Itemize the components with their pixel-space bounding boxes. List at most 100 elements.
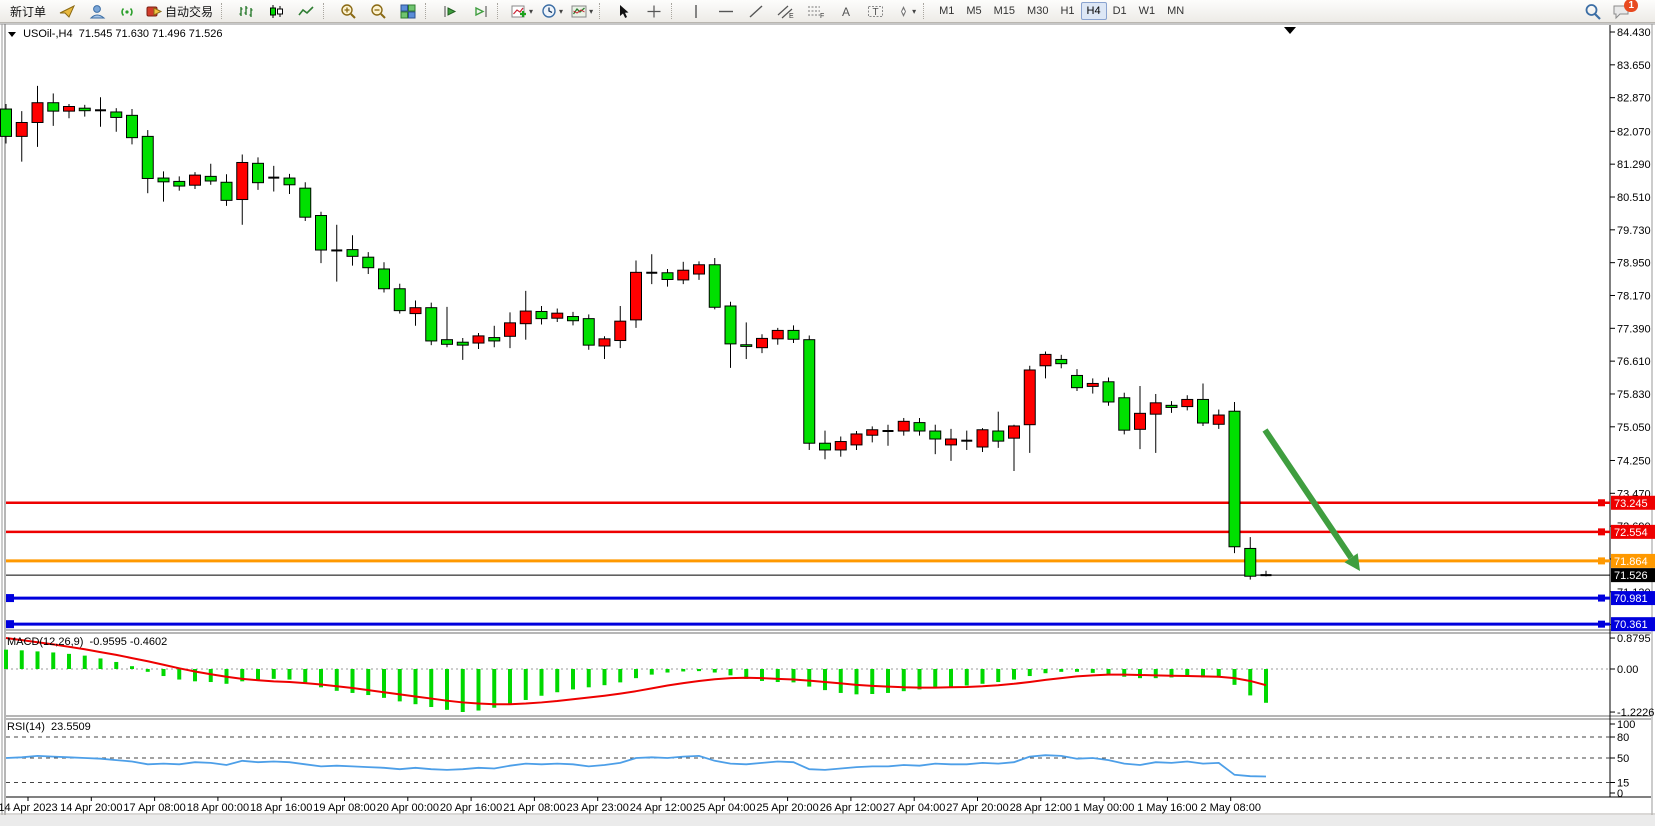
signals-icon[interactable] [112,0,142,22]
chevron-down-icon: ▾ [559,7,563,16]
timeframe-button-h4[interactable]: H4 [1081,2,1107,20]
time-tick-label: 14 Apr 2023 [0,802,58,814]
candlestick [32,103,43,123]
candlestick [1009,426,1020,438]
price-tick-label: 83.650 [1617,60,1651,72]
periods-clock-button[interactable]: ▾ [537,0,567,22]
line-chart-icon[interactable] [291,0,321,22]
toolbar: 新订单 自动交易 ▾ ▾ [0,0,1655,23]
candlestick [1166,405,1177,407]
timeframe-button-m5[interactable]: M5 [960,2,987,20]
text-tool[interactable]: A [831,0,861,22]
bottom-strip [0,815,1655,826]
new-order-button[interactable]: 新订单 [4,0,52,22]
candlestick [694,265,705,274]
candlestick [1,109,12,136]
price-label-text: 71.526 [1614,570,1648,582]
time-tick-label: 27 Apr 04:00 [883,802,945,814]
time-tick-label: 26 Apr 12:00 [820,802,882,814]
timeframe-button-mn[interactable]: MN [1161,2,1190,20]
candlestick [347,250,358,257]
cursor-tool[interactable] [609,0,639,22]
hline-handle[interactable] [6,620,14,628]
time-tick-label: 28 Apr 12:00 [1010,802,1072,814]
timeframe-button-m1[interactable]: M1 [933,2,960,20]
toolbar-separator [323,3,331,19]
candlestick [237,162,248,199]
community-icon[interactable] [82,0,112,22]
candlestick [253,163,264,182]
price-tick-label: 78.170 [1617,290,1651,302]
toolbar-separator [221,3,229,19]
svg-text:E: E [789,13,794,19]
candlestick [363,257,374,268]
timeframe-button-w1[interactable]: W1 [1133,2,1162,20]
candlestick [505,323,516,336]
candlestick [221,182,232,200]
candlestick [867,430,878,435]
timeframe-button-m15[interactable]: M15 [988,2,1021,20]
chart-background [0,23,1655,826]
candlestick [1103,382,1114,402]
search-icon[interactable] [1578,0,1608,22]
toolbar-separator [671,3,679,19]
crosshair-tool[interactable] [639,0,669,22]
autotrading-button[interactable]: 自动交易 [142,0,219,22]
candlestick [127,115,138,137]
price-tick-label: 79.730 [1617,225,1651,237]
candlestick [725,306,736,344]
price-tick-label: 75.050 [1617,422,1651,434]
equidistant-channel-tool[interactable]: E [771,0,801,22]
candlestick [1150,403,1161,414]
horizontal-line-tool[interactable] [711,0,741,22]
shapes-tool[interactable]: ▾ [891,0,921,22]
price-tick-label: 77.390 [1617,323,1651,335]
gold-plane-icon[interactable] [52,0,82,22]
fibonacci-tool[interactable]: F [801,0,831,22]
candlestick [835,442,846,450]
timeframe-button-m30[interactable]: M30 [1021,2,1054,20]
candlestick [930,431,941,439]
time-tick-label: 17 Apr 08:00 [123,802,185,814]
candlestick [205,176,216,181]
templates-button[interactable]: ▾ [567,0,597,22]
ohlc-values: 71.545 71.630 71.496 71.526 [79,28,223,40]
candlestick [284,178,295,185]
timeframe-button-d1[interactable]: D1 [1107,2,1133,20]
hline-handle[interactable] [1598,557,1605,564]
price-tick-label: 80.510 [1617,192,1651,204]
candlestick [1135,413,1146,429]
price-tick-label: 81.290 [1617,159,1651,171]
time-tick-label: 18 Apr 00:00 [187,802,249,814]
timeframe-button-h1[interactable]: H1 [1054,2,1080,20]
trendline-tool[interactable] [741,0,771,22]
zoom-out-icon[interactable] [363,0,393,22]
candlestick [631,272,642,320]
text-label-tool[interactable]: T [861,0,891,22]
vertical-line-tool[interactable] [681,0,711,22]
hline-handle[interactable] [1598,621,1605,628]
chart-canvas[interactable]: 84.43083.65082.87082.07081.29080.51079.7… [0,0,1655,826]
chart-shift-icon[interactable] [465,0,495,22]
hline-handle[interactable] [1598,528,1605,535]
chat-icon[interactable]: 1 [1608,0,1649,22]
candlestick-icon[interactable] [261,0,291,22]
autotrading-label: 自动交易 [165,3,213,20]
macd-tick-label: -1.2226 [1617,707,1654,719]
candlestick [316,216,327,251]
indicators-button[interactable]: ▾ [507,0,537,22]
candlestick [757,338,768,347]
auto-scroll-icon[interactable] [435,0,465,22]
candlestick [709,265,720,308]
bar-chart-icon[interactable] [231,0,261,22]
price-tick-label: 74.250 [1617,455,1651,467]
hline-handle[interactable] [1598,499,1605,506]
price-label-text: 71.864 [1614,556,1648,568]
candlestick [489,338,500,341]
zoom-in-icon[interactable] [333,0,363,22]
hline-handle[interactable] [1598,595,1605,602]
toolbar-separator [497,3,505,19]
title-collapse-icon[interactable] [8,32,16,37]
hline-handle[interactable] [6,594,14,602]
tile-windows-icon[interactable] [393,0,423,22]
